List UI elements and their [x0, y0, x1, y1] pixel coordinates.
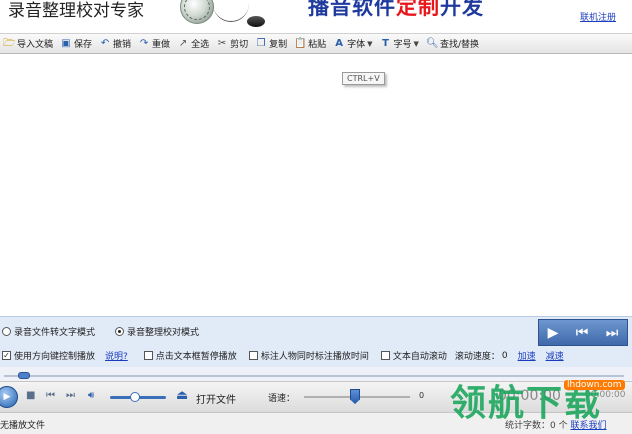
font-label: 字体	[347, 40, 366, 50]
skip-back-icon[interactable]: ⏮︎	[46, 390, 55, 401]
scroll-speed-value: 0	[501, 350, 508, 361]
banner-slogan: 播音软件定制开发	[308, 0, 484, 21]
mode-proofread-radio[interactable]: 录音整理校对模式	[115, 325, 199, 338]
scroll-speed-label: 滚动速度：	[454, 352, 500, 362]
mark-time-label: 标注人物同时标注播放时间	[260, 352, 369, 362]
checkbox-unchecked-icon	[143, 351, 153, 360]
progress-thumb[interactable]	[18, 372, 30, 379]
scissors-icon: ✂	[217, 37, 227, 49]
mode-selector: 录音文件转文字模式 录音整理校对模式	[2, 325, 211, 338]
auto-scroll-label: 文本自动滚动	[392, 352, 447, 362]
search-replace-button[interactable]: 🔍︎ 查找/替换	[423, 35, 482, 53]
import-document-button[interactable]: 🗁 导入文稿	[0, 35, 56, 53]
copy-icon: ❐	[256, 37, 266, 49]
font-size-dropdown-caret-icon: ▼	[413, 39, 419, 48]
watermark-site: lhdown.com	[564, 380, 625, 390]
toolbar: 🗁 导入文稿 ▣ 保存 ↶ 撤销 ↷ 重做 ↗ 全选 ✂ 剪切 ❐ 复制 📋 粘…	[0, 33, 632, 54]
play-icon[interactable]: ▶	[548, 325, 559, 341]
eject-icon[interactable]: ⏏︎	[176, 388, 188, 403]
mode-transcribe-label: 录音文件转文字模式	[14, 328, 96, 338]
search-replace-label: 查找/替换	[439, 40, 479, 50]
status-file-text: 无播放文件	[0, 421, 46, 431]
checkbox-checked-icon: ✓	[2, 351, 11, 360]
font-size-label: 字号	[393, 40, 412, 50]
font-icon: A	[335, 37, 343, 49]
radio-selected-icon	[115, 327, 125, 336]
banner: 录音整理校对专家 播音软件定制开发 联机注册	[0, 0, 632, 33]
speech-rate-slider-thumb[interactable]	[350, 389, 360, 404]
select-all-icon: ↗	[178, 37, 188, 49]
skip-forward-icon[interactable]: ⏭︎	[66, 390, 75, 401]
save-button[interactable]: ▣ 保存	[57, 35, 95, 53]
copy-label: 复制	[269, 40, 288, 50]
font-size-button[interactable]: T 字号 ▼	[377, 35, 422, 53]
radio-unselected-icon	[2, 327, 11, 336]
font-dropdown-caret-icon: ▼	[367, 39, 373, 48]
select-all-button[interactable]: ↗ 全选	[174, 35, 212, 53]
font-size-icon: T	[382, 37, 389, 49]
undo-icon: ↶	[100, 37, 110, 49]
speech-rate-label: 语速：	[268, 394, 296, 404]
paste-icon: 📋	[294, 37, 307, 49]
click-pause-checkbox[interactable]: 点击文本框暂停播放	[143, 349, 237, 362]
mouse-icon	[247, 16, 265, 27]
folder-open-icon: 🗁	[3, 37, 16, 49]
checkbox-unchecked-icon	[380, 351, 390, 360]
redo-label: 重做	[152, 40, 171, 50]
click-pause-label: 点击文本框暂停播放	[155, 352, 237, 362]
font-button[interactable]: A 字体 ▼	[330, 35, 375, 53]
undo-label: 撤销	[113, 40, 132, 50]
previous-icon[interactable]: ⏮︎	[576, 325, 589, 341]
mark-time-checkbox[interactable]: 标注人物同时标注播放时间	[248, 349, 369, 362]
slogan-part-b: 定制	[396, 0, 440, 19]
save-disk-icon: ▣	[61, 37, 71, 49]
slogan-part-c: 开发	[440, 0, 484, 19]
copy-button[interactable]: ❐ 复制	[252, 35, 290, 53]
search-replace-icon: 🔍︎	[425, 37, 439, 49]
volume-slider-thumb[interactable]	[130, 392, 140, 402]
text-editor[interactable]: CTRL+V	[0, 54, 632, 316]
cut-button[interactable]: ✂ 剪切	[213, 35, 251, 53]
cut-label: 剪切	[230, 40, 249, 50]
slogan-part-a: 播音软件	[308, 0, 396, 19]
options-row: ✓ 使用方向键控制播放 说明? 点击文本框暂停播放 标注人物同时标注播放时间 文…	[2, 349, 564, 362]
paste-button[interactable]: 📋 粘贴	[291, 35, 329, 53]
save-label: 保存	[74, 40, 93, 50]
import-document-label: 导入文稿	[17, 40, 54, 50]
next-icon[interactable]: ⏭︎	[606, 325, 619, 341]
register-link[interactable]: 联机注册	[580, 10, 616, 23]
help-link[interactable]: 说明?	[105, 349, 128, 362]
speed-up-link[interactable]: 加速	[518, 349, 536, 362]
auto-scroll-checkbox[interactable]: 文本自动滚动	[380, 349, 447, 362]
paste-shortcut-tooltip: CTRL+V	[342, 72, 385, 85]
select-all-label: 全选	[191, 40, 210, 50]
mode-bar: 录音文件转文字模式 录音整理校对模式 ✓ 使用方向键控制播放 说明? 点击文本框…	[0, 316, 632, 367]
speed-down-link[interactable]: 减速	[546, 349, 564, 362]
checkbox-unchecked-icon	[248, 351, 258, 360]
playback-control-panel: ▶ ⏮︎ ⏭︎	[538, 319, 628, 346]
redo-icon: ↷	[139, 37, 149, 49]
redo-button[interactable]: ↷ 重做	[135, 35, 173, 53]
mode-proofread-label: 录音整理校对模式	[127, 328, 200, 338]
player-play-button[interactable]: ▶	[0, 386, 18, 408]
paste-label: 粘贴	[308, 40, 327, 50]
mode-transcribe-radio[interactable]: 录音文件转文字模式	[2, 325, 95, 338]
app-title: 录音整理校对专家	[8, 1, 144, 21]
speech-rate-value: 0	[419, 391, 425, 400]
direction-keys-checkbox[interactable]: ✓ 使用方向键控制播放	[2, 349, 95, 362]
mouse-cable-icon	[213, 4, 249, 22]
stop-icon[interactable]: ■	[26, 390, 35, 401]
undo-button[interactable]: ↶ 撤销	[96, 35, 134, 53]
volume-icon[interactable]: 🔊︎	[88, 390, 94, 401]
direction-keys-label: 使用方向键控制播放	[14, 352, 96, 362]
open-file-button[interactable]: 打开文件	[196, 391, 236, 406]
